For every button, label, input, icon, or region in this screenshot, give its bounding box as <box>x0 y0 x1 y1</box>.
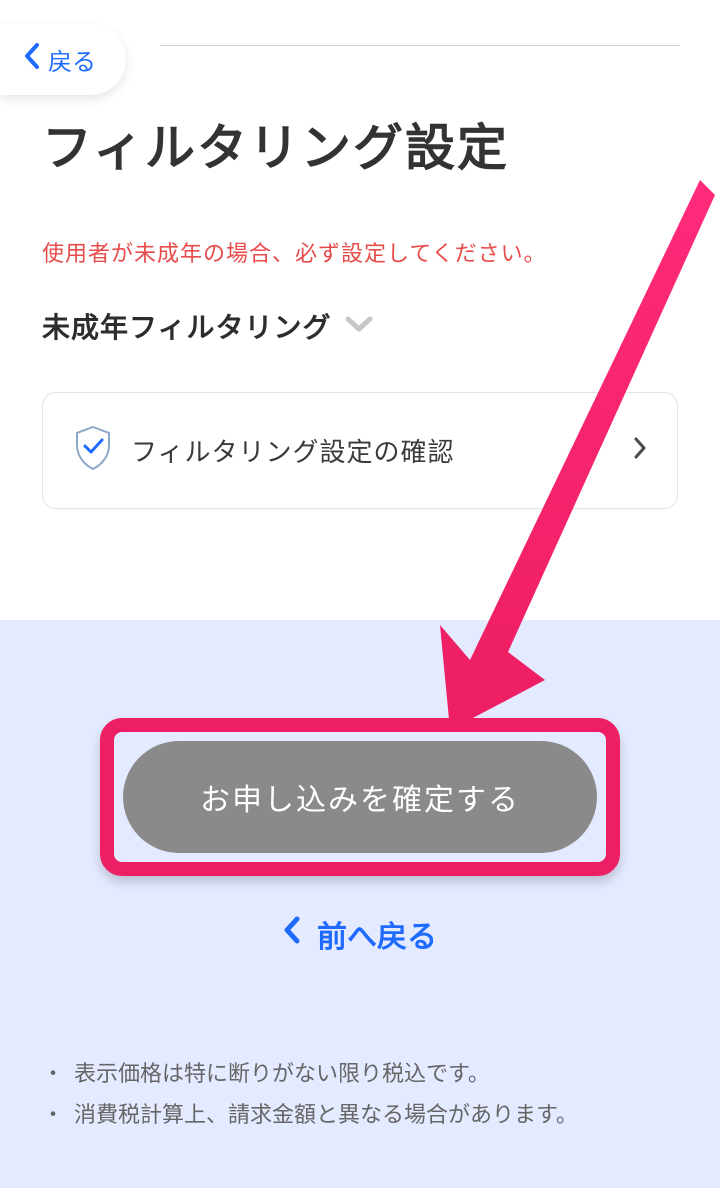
chevron-left-icon <box>283 916 301 952</box>
card-label: フィルタリング設定の確認 <box>131 432 615 469</box>
footnotes: ・ 表示価格は特に断りがない限り税込です。 ・ 消費税計算上、請求金額と異なる場… <box>42 1054 678 1135</box>
filter-settings-confirm-card[interactable]: フィルタリング設定の確認 <box>42 392 678 509</box>
divider <box>160 45 680 46</box>
warning-text: 使用者が未成年の場合、必ず設定してください。 <box>42 236 547 268</box>
shield-check-icon <box>73 425 113 476</box>
page-title: フィルタリング設定 <box>42 108 509 180</box>
minor-filter-label: 未成年フィルタリング <box>42 306 331 346</box>
back-button[interactable]: 戻る <box>0 24 126 95</box>
chevron-right-icon <box>633 436 647 465</box>
page-root: 戻る フィルタリング設定 使用者が未成年の場合、必ず設定してください。 未成年フ… <box>0 0 720 1188</box>
footnote-text: 消費税計算上、請求金額と異なる場合があります。 <box>74 1095 578 1136</box>
confirm-application-button[interactable]: お申し込みを確定する <box>123 741 597 853</box>
footnote-item: ・ 消費税計算上、請求金額と異なる場合があります。 <box>42 1095 678 1136</box>
bullet-icon: ・ <box>42 1054 64 1095</box>
chevron-down-icon <box>345 315 373 338</box>
minor-filter-toggle[interactable]: 未成年フィルタリング <box>42 306 373 346</box>
chevron-left-icon <box>24 43 40 76</box>
previous-link[interactable]: 前へ戻る <box>0 912 720 956</box>
footnote-text: 表示価格は特に断りがない限り税込です。 <box>74 1054 490 1095</box>
highlight-frame: お申し込みを確定する <box>100 718 620 876</box>
previous-link-label: 前へ戻る <box>317 912 437 956</box>
back-label: 戻る <box>48 42 96 77</box>
footnote-item: ・ 表示価格は特に断りがない限り税込です。 <box>42 1054 678 1095</box>
bullet-icon: ・ <box>42 1095 64 1136</box>
